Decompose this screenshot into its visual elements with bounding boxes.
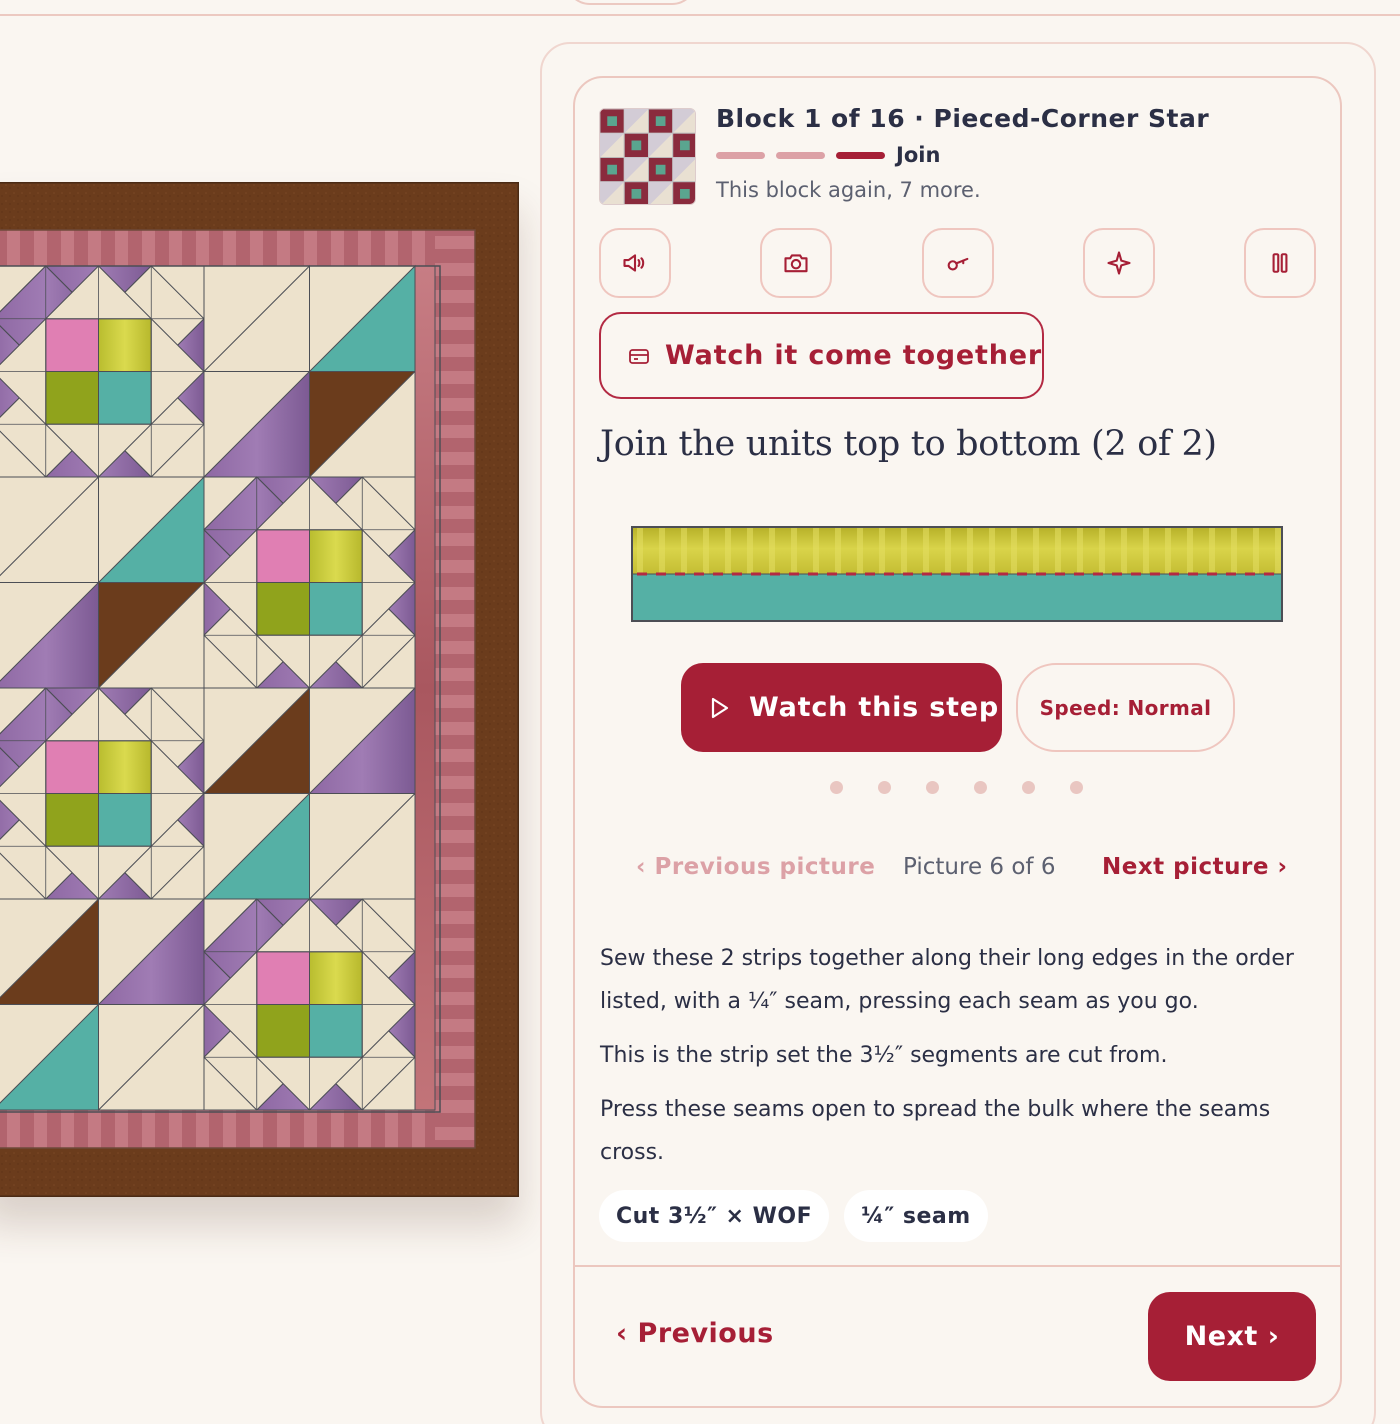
block-thumbnail [599,108,696,205]
footer-divider [575,1265,1340,1267]
cut-size-chip: Cut 3½″ × WOF [599,1190,830,1242]
progress-segment-active [836,151,885,159]
sewing-machine-icon [629,348,649,364]
pause-button[interactable] [1244,228,1316,298]
instruction-paragraph: Press these seams open to spread the bul… [600,1097,1271,1165]
pause-icon [1272,253,1288,273]
next-picture-link[interactable]: Next picture › [1102,854,1287,880]
top-tab-handle[interactable] [565,0,697,5]
quilt-preview [0,182,519,1197]
picture-count: Picture 6 of 6 [903,854,1056,880]
audio-button[interactable] [599,228,671,298]
previous-button[interactable]: ‹ Previous [616,1318,774,1349]
key-icon [947,257,969,271]
watch-together-button[interactable]: Watch it come together [599,312,1044,399]
block-title: Block 1 of 16 · Pieced-Corner Star [716,104,1210,133]
seam-allowance-chip: ¼″ seam [844,1190,988,1242]
block-repeat-note: This block again, 7 more. [716,178,981,202]
picture-dot[interactable] [830,781,843,794]
picture-dots [830,781,1083,794]
speed-toggle[interactable]: Speed: Normal [1016,663,1235,752]
step-title: Join the units top to bottom (2 of 2) [600,424,1217,464]
progress-segment [716,151,765,159]
watch-together-label: Watch it come together [665,340,1042,371]
top-divider [0,14,1400,16]
speaker-icon [623,254,645,272]
progress-segment [776,151,825,159]
camera-button[interactable] [760,228,832,298]
instruction-paragraph: Sew these 2 strips together along their … [600,946,1294,1014]
strip-top [633,528,1281,574]
step-tags: Cut 3½″ × WOF ¼″ seam [599,1190,988,1242]
sparkle-button[interactable] [1083,228,1155,298]
camera-icon [784,254,808,273]
watch-step-button[interactable]: Watch this step [681,663,1002,752]
quilt-image [0,182,519,1197]
picture-dot[interactable] [1022,781,1035,794]
progress-label: Join [896,143,941,167]
play-icon [711,697,729,718]
strip-bottom [633,574,1281,620]
step-progress: Join [716,143,940,167]
picture-dot[interactable] [878,781,891,794]
picture-dot[interactable] [926,781,939,794]
key-button[interactable] [922,228,994,298]
sparkle-icon [1107,251,1131,275]
picture-dot[interactable] [974,781,987,794]
instruction-paragraph: This is the strip set the 3½″ segments a… [600,1043,1168,1068]
next-button[interactable]: Next › [1148,1292,1316,1381]
step-instructions: Sew these 2 strips together along their … [600,937,1330,1185]
watch-step-label: Watch this step [749,692,1000,723]
previous-picture-link[interactable]: ‹ Previous picture [636,854,875,880]
picture-dot[interactable] [1070,781,1083,794]
strip-set-diagram [631,526,1283,622]
